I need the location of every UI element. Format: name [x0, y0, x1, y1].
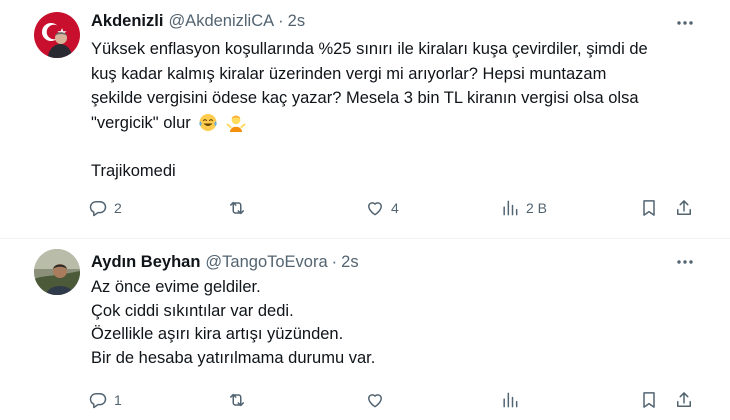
- retweet-button[interactable]: [227, 388, 253, 412]
- person-shrugging-emoji: [226, 115, 246, 132]
- more-options-icon[interactable]: [674, 12, 696, 34]
- tweet[interactable]: Akdenizli @AkdenizliCA · 2s Yüksek enfla…: [0, 0, 730, 238]
- tweet-text: Yüksek enflasyon koşullarında %25 sınırı…: [91, 37, 701, 184]
- timestamp[interactable]: 2s: [288, 12, 305, 31]
- views-chart-icon: [503, 200, 518, 216]
- more-options-icon[interactable]: [674, 251, 696, 273]
- tweet-line: Çok ciddi sıkıntılar var dedi.: [91, 301, 294, 320]
- reply-button[interactable]: 2: [88, 196, 122, 220]
- reply-count: 2: [114, 200, 122, 216]
- retweet-icon: [230, 393, 244, 407]
- bookmark-icon: [643, 392, 655, 408]
- separator-dot: ·: [278, 11, 284, 30]
- tweet-line: Yüksek enflasyon koşullarında %25 sınırı…: [91, 40, 648, 58]
- views-button[interactable]: 2 B: [500, 196, 547, 220]
- views-button[interactable]: [500, 388, 526, 412]
- author-handle[interactable]: @TangoToEvora: [205, 253, 327, 272]
- heart-icon: [368, 394, 382, 408]
- author-name[interactable]: Aydın Beyhan: [91, 253, 200, 272]
- avatar[interactable]: [34, 249, 80, 295]
- tweet[interactable]: Aydın Beyhan @TangoToEvora · 2s Az önce …: [0, 239, 730, 420]
- retweet-button[interactable]: [227, 196, 253, 220]
- avatar[interactable]: [34, 12, 80, 58]
- author-handle[interactable]: @AkdenizliCA: [168, 12, 274, 31]
- share-button[interactable]: [674, 388, 694, 412]
- tweet-line: "vergicik" olur: [91, 113, 191, 132]
- views-count: 2 B: [526, 200, 548, 216]
- bookmark-button[interactable]: [639, 196, 659, 220]
- timestamp[interactable]: 2s: [341, 253, 358, 272]
- like-count: 4: [391, 200, 399, 216]
- share-button[interactable]: [674, 196, 694, 220]
- reply-button[interactable]: 1: [88, 388, 122, 412]
- retweet-icon: [230, 201, 244, 215]
- tweet-text: Az önce evime geldiler. Çok ciddi sıkınt…: [91, 276, 701, 370]
- share-icon: [677, 392, 691, 407]
- tweet-line: Trajikomedi: [91, 162, 176, 180]
- tweet-actions: 1: [88, 388, 700, 412]
- avatar-image: [34, 12, 80, 58]
- tweet-header: Akdenizli @AkdenizliCA · 2s: [91, 10, 305, 32]
- like-button[interactable]: [365, 388, 391, 412]
- reply-icon: [89, 201, 107, 217]
- reply-count: 1: [114, 392, 122, 408]
- avatar-image: [34, 249, 80, 295]
- bookmark-button[interactable]: [639, 388, 659, 412]
- tweet-line: Bir de hesaba yatırılmama durumu var.: [91, 348, 376, 367]
- separator-dot: ·: [331, 252, 338, 271]
- author-name[interactable]: Akdenizli: [91, 12, 163, 31]
- tweet-line: Özellikle aşırı kira artışı yüzünden.: [91, 325, 344, 343]
- heart-icon: [368, 202, 382, 216]
- tweet-actions: 2 4 2 B: [88, 196, 700, 220]
- tweet-line: şekilde vergisini ödese kaç yazar? Mesel…: [91, 89, 639, 107]
- views-chart-icon: [503, 392, 518, 408]
- bookmark-icon: [643, 200, 655, 216]
- reply-icon: [89, 393, 107, 409]
- tweet-header: Aydın Beyhan @TangoToEvora · 2s: [91, 251, 359, 273]
- tweet-line: kuş kadar kalmış kiralar üzerinden vergi…: [91, 64, 607, 83]
- like-button[interactable]: 4: [365, 196, 399, 220]
- tears-of-joy-emoji: [199, 113, 217, 131]
- tweet-line: Az önce evime geldiler.: [91, 278, 261, 296]
- share-icon: [677, 200, 691, 215]
- tweet-line-with-emoji: "vergicik" olur: [91, 111, 701, 136]
